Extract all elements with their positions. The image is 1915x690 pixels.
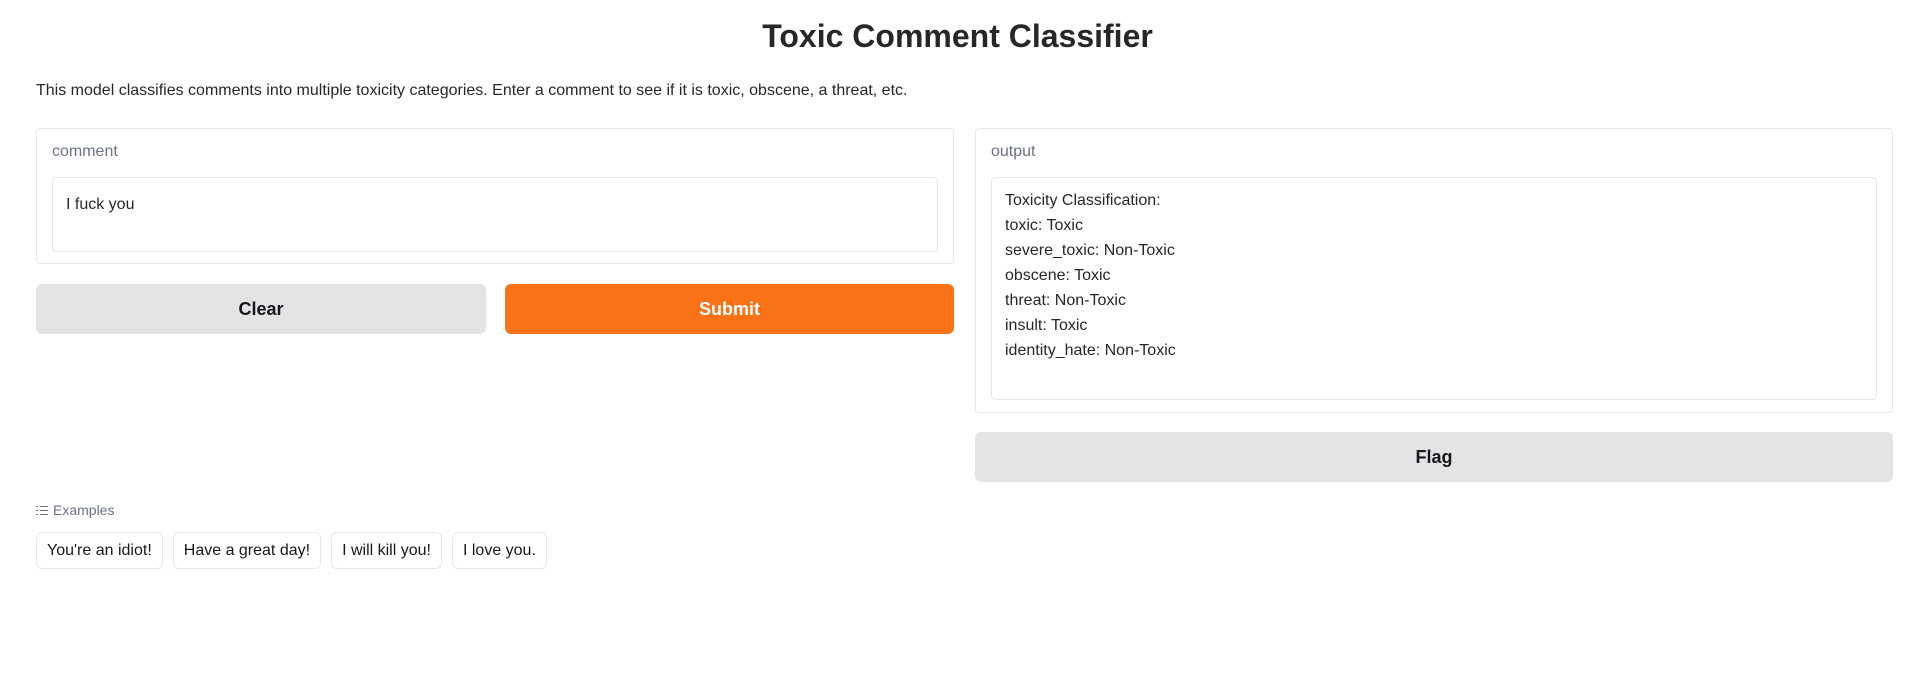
output-label: output <box>991 143 1036 160</box>
flag-button[interactable]: Flag <box>975 432 1893 482</box>
output-line: obscene: Toxic <box>1005 267 1111 284</box>
output-line: identity_hate: Non-Toxic <box>1005 342 1176 359</box>
example-chip[interactable]: I will kill you! <box>331 532 442 569</box>
output-panel: output Toxicity Classification: toxic: T… <box>975 128 1893 413</box>
output-line: toxic: Toxic <box>1005 217 1083 234</box>
page-title: Toxic Comment Classifier <box>762 18 1153 54</box>
example-chip[interactable]: You're an idiot! <box>36 532 163 569</box>
example-chip[interactable]: I love you. <box>451 532 547 569</box>
output-line: Toxicity Classification: <box>1005 192 1161 209</box>
examples-list: You're an idiot! Have a great day! I wil… <box>36 532 547 569</box>
output-line: threat: Non-Toxic <box>1005 292 1126 309</box>
output-line: insult: Toxic <box>1005 317 1088 334</box>
comment-panel: comment I fuck you <box>36 128 954 264</box>
output-line: severe_toxic: Non-Toxic <box>1005 242 1175 259</box>
examples-header: Examples <box>36 502 114 518</box>
clear-button[interactable]: Clear <box>36 284 486 334</box>
output-textbox[interactable]: Toxicity Classification: toxic: Toxic se… <box>991 177 1877 400</box>
comment-input[interactable]: I fuck you <box>52 177 938 252</box>
comment-label: comment <box>52 143 118 160</box>
example-chip[interactable]: Have a great day! <box>172 532 322 569</box>
list-icon <box>36 505 48 516</box>
examples-label: Examples <box>53 502 115 518</box>
submit-button[interactable]: Submit <box>505 284 954 334</box>
page-description: This model classifies comments into mult… <box>36 82 908 99</box>
